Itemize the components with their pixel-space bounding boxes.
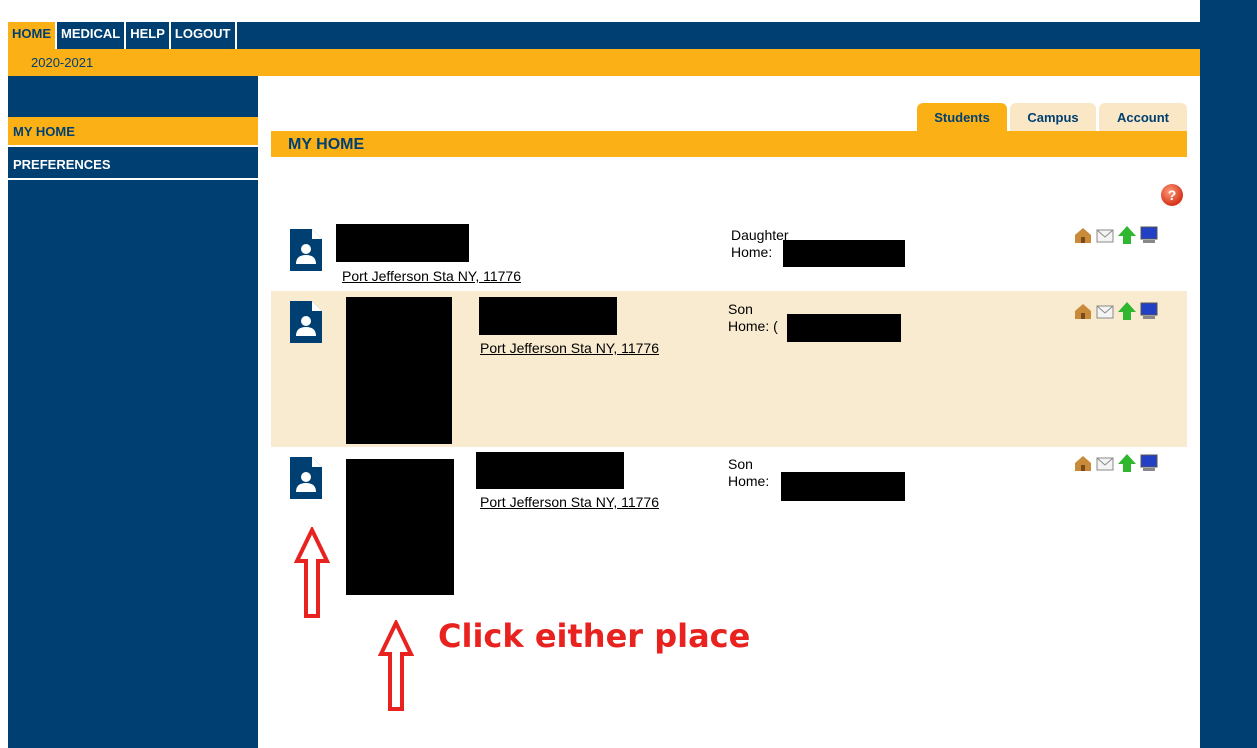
computer-icon[interactable] bbox=[1139, 225, 1159, 245]
student-profile-icon[interactable] bbox=[290, 457, 322, 499]
tab-campus[interactable]: Campus bbox=[1010, 103, 1096, 131]
nav-help[interactable]: HELP bbox=[126, 22, 171, 49]
computer-icon[interactable] bbox=[1139, 301, 1159, 321]
home-phone-label: Home: bbox=[728, 473, 770, 489]
computer-icon[interactable] bbox=[1139, 453, 1159, 473]
student-profile-icon[interactable] bbox=[290, 301, 322, 343]
annotation-arrow-icon bbox=[294, 527, 330, 618]
home-phone-label: Home: bbox=[731, 244, 773, 260]
sidebar-item-preferences[interactable]: PREFERENCES bbox=[8, 150, 258, 180]
student-address-link[interactable]: Port Jefferson Sta NY, 11776 bbox=[480, 494, 659, 510]
student-relation: Son bbox=[728, 301, 753, 317]
home-icon[interactable] bbox=[1073, 225, 1093, 245]
redacted-student-name bbox=[476, 452, 624, 489]
page-title: MY HOME bbox=[288, 136, 365, 153]
student-action-icons bbox=[1073, 225, 1159, 245]
nav-logout[interactable]: LOGOUT bbox=[171, 22, 237, 49]
annotation-text: Click either place bbox=[438, 617, 751, 655]
redacted-phone bbox=[787, 314, 901, 342]
right-panel bbox=[1200, 0, 1257, 748]
student-action-icons bbox=[1073, 301, 1159, 321]
up-arrow-icon[interactable] bbox=[1117, 301, 1137, 321]
up-arrow-icon[interactable] bbox=[1117, 225, 1137, 245]
home-icon[interactable] bbox=[1073, 301, 1093, 321]
mail-icon[interactable] bbox=[1095, 301, 1115, 321]
student-row: Port Jefferson Sta NY, 11776 Daughter Ho… bbox=[271, 215, 1187, 291]
home-icon[interactable] bbox=[1073, 453, 1093, 473]
student-relation: Daughter bbox=[731, 227, 789, 243]
sidebar-item-my-home[interactable]: MY HOME bbox=[8, 117, 258, 147]
student-relation: Son bbox=[728, 456, 753, 472]
tab-students[interactable]: Students bbox=[917, 103, 1007, 131]
mail-icon[interactable] bbox=[1095, 453, 1115, 473]
up-arrow-icon[interactable] bbox=[1117, 453, 1137, 473]
redacted-phone bbox=[781, 472, 905, 501]
redacted-student-name bbox=[479, 297, 617, 335]
student-profile-icon[interactable] bbox=[290, 229, 322, 271]
mail-icon[interactable] bbox=[1095, 225, 1115, 245]
school-year[interactable]: 2020-2021 bbox=[31, 55, 93, 70]
annotation-arrow-icon bbox=[378, 620, 414, 711]
nav-medical[interactable]: MEDICAL bbox=[57, 22, 127, 49]
top-navigation: HOME MEDICAL HELP LOGOUT bbox=[8, 22, 1200, 49]
school-year-bar: 2020-2021 bbox=[8, 49, 1200, 76]
nav-home[interactable]: HOME bbox=[8, 22, 57, 49]
student-action-icons bbox=[1073, 453, 1159, 473]
left-margin bbox=[0, 0, 8, 748]
redacted-student-photo[interactable] bbox=[346, 297, 452, 444]
redacted-student-photo[interactable] bbox=[346, 459, 454, 595]
redacted-student-name bbox=[336, 224, 469, 262]
page-title-bar: MY HOME bbox=[271, 131, 1187, 157]
home-phone-label: Home: ( bbox=[728, 318, 778, 334]
student-row: Port Jefferson Sta NY, 11776 Son Home: bbox=[271, 447, 1187, 602]
student-row: Port Jefferson Sta NY, 11776 Son Home: ( bbox=[271, 291, 1187, 447]
student-address-link[interactable]: Port Jefferson Sta NY, 11776 bbox=[480, 340, 659, 356]
redacted-phone bbox=[783, 240, 905, 267]
sidebar: MY HOME PREFERENCES bbox=[8, 76, 258, 748]
help-icon[interactable]: ? bbox=[1161, 184, 1183, 206]
tab-account[interactable]: Account bbox=[1099, 103, 1187, 131]
student-address-link[interactable]: Port Jefferson Sta NY, 11776 bbox=[342, 268, 521, 284]
